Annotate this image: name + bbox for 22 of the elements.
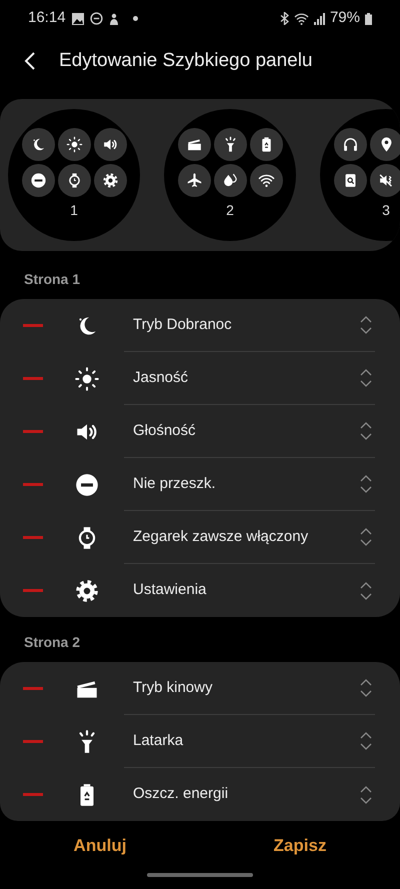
page-title: Edytowanie Szybkiego panelu bbox=[59, 49, 313, 74]
tile-name: Latarka bbox=[133, 730, 184, 751]
section-heading: Strona 1 bbox=[24, 271, 80, 288]
page-thumbnail[interactable]: 3 bbox=[320, 108, 400, 241]
section-heading: Strona 2 bbox=[24, 634, 80, 650]
tile-name: Tryb Dobranoc bbox=[133, 314, 233, 335]
tile-name: Nie przeszk. bbox=[133, 474, 217, 494]
action-button[interactable]: Anuluj bbox=[66, 828, 134, 862]
page-number: 2 bbox=[226, 201, 234, 220]
tile-name: Oszcz. energii bbox=[133, 784, 230, 804]
page-thumbnail[interactable]: 1 bbox=[8, 108, 140, 241]
battery-percent: 79% bbox=[330, 8, 360, 28]
tile-name: Tryb kinowy bbox=[133, 678, 214, 698]
tile-name: Zegarek zawsze włączony bbox=[133, 526, 310, 547]
status-time: 16:14 bbox=[28, 8, 66, 28]
page-number: 3 bbox=[382, 201, 390, 220]
tile-name: Jasność bbox=[133, 368, 190, 388]
page-thumbnail[interactable]: 2 bbox=[164, 108, 296, 241]
tile-name: Ustawienia bbox=[133, 580, 208, 600]
page-number: 1 bbox=[70, 201, 78, 220]
tile-name: Głośność bbox=[133, 420, 197, 441]
action-button[interactable]: Zapisz bbox=[266, 828, 334, 862]
